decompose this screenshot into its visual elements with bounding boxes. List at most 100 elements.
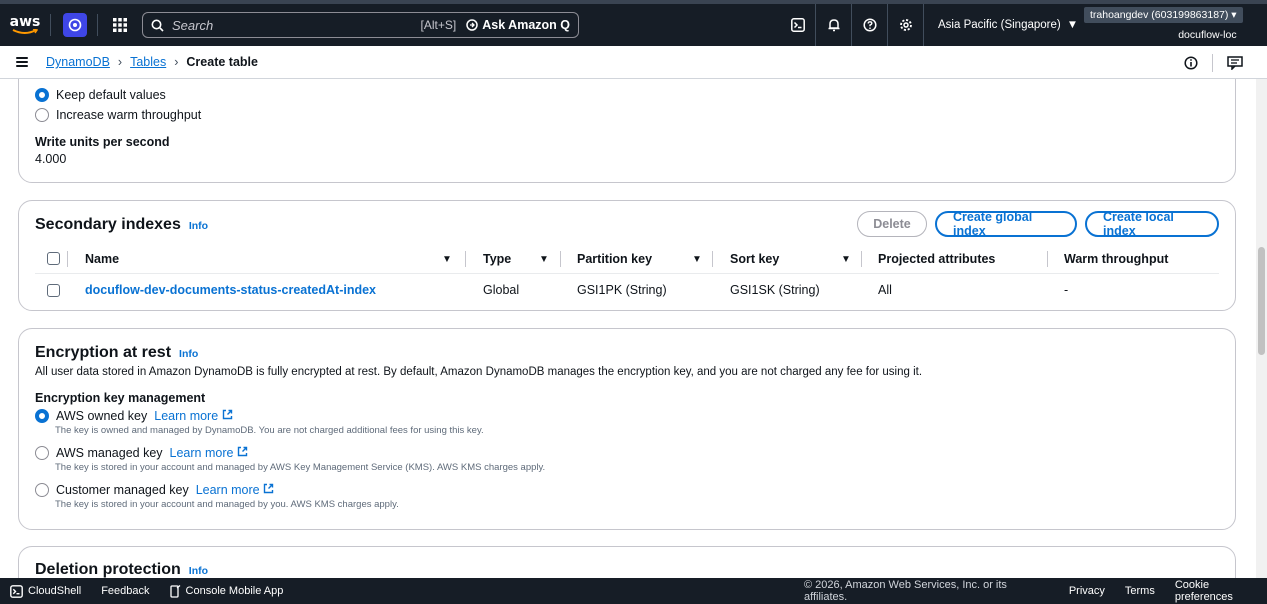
option-aws-owned-key[interactable]: AWS owned key Learn more The key is owne… — [35, 409, 484, 436]
services-grid-icon[interactable] — [108, 13, 132, 37]
column-header-warm-throughput[interactable]: Warm throughput — [1064, 251, 1168, 267]
page-scrollbar[interactable] — [1256, 79, 1267, 578]
settings-button[interactable] — [888, 4, 924, 46]
sort-icon[interactable]: ▼ — [692, 254, 702, 265]
mobile-icon — [169, 584, 180, 598]
info-link[interactable]: Info — [179, 348, 198, 360]
column-divider — [67, 251, 68, 267]
encryption-panel: Encryption at rest Info All user data st… — [18, 328, 1236, 530]
create-local-index-button[interactable]: Create local index — [1085, 210, 1219, 238]
section-title: Encryption at rest — [35, 344, 172, 361]
learn-more-link[interactable]: Learn more — [196, 483, 274, 497]
search-input[interactable]: Search [Alt+S] Ask Amazon Q — [142, 12, 579, 38]
radio-keep-default[interactable]: Keep default values — [35, 88, 166, 102]
feedback-label: Feedback — [101, 585, 150, 597]
terms-link[interactable]: Terms — [1125, 585, 1155, 597]
search-placeholder: Search — [172, 17, 214, 33]
option-label: Customer managed key — [56, 483, 189, 497]
breadcrumb-actions — [1184, 46, 1243, 79]
delete-index-button[interactable]: Delete — [857, 211, 927, 237]
column-header-projected[interactable]: Projected attributes — [878, 251, 995, 267]
cloudshell-label: CloudShell — [28, 585, 82, 597]
account-button[interactable]: trahoangdev (603199863187) ▾ — [1084, 7, 1243, 23]
sort-icon[interactable]: ▼ — [841, 254, 851, 265]
help-button[interactable] — [852, 4, 888, 46]
sort-icon[interactable]: ▼ — [539, 254, 549, 265]
privacy-link[interactable]: Privacy — [1069, 585, 1105, 597]
column-divider — [465, 251, 466, 267]
sort-icon[interactable]: ▼ — [442, 254, 452, 265]
footer-bar: CloudShell Feedback Console Mobile App ©… — [0, 578, 1267, 604]
info-link[interactable]: Info — [189, 565, 208, 577]
info-icon[interactable] — [1184, 55, 1198, 70]
copyright-text: © 2026, Amazon Web Services, Inc. or its… — [804, 579, 1007, 603]
column-header-name[interactable]: Name — [85, 251, 119, 267]
ask-amazon-q-button[interactable]: Ask Amazon Q — [466, 18, 570, 32]
column-header-sort-key[interactable]: Sort key — [730, 251, 779, 267]
console-mobile-app-link[interactable]: Console Mobile App — [169, 584, 283, 598]
region-selector[interactable]: Asia Pacific (Singapore) ▼ — [924, 19, 1092, 31]
learn-more-link[interactable]: Learn more — [154, 409, 232, 423]
create-global-index-button[interactable]: Create global index — [935, 210, 1077, 238]
aws-logo[interactable]: aws — [10, 11, 40, 39]
write-units-value: 4.000 — [35, 152, 67, 166]
menu-icon[interactable] — [16, 57, 28, 67]
index-type: Global — [483, 283, 520, 297]
column-divider — [1047, 251, 1048, 267]
option-aws-managed-key[interactable]: AWS managed key Learn more The key is st… — [35, 446, 545, 473]
bell-icon — [828, 19, 839, 32]
column-divider — [712, 251, 713, 267]
radio-button[interactable] — [35, 446, 49, 460]
dynamodb-service-icon[interactable] — [63, 13, 87, 37]
index-name-link[interactable]: docuflow-dev-documents-status-createdAt-… — [85, 283, 376, 297]
index-projected: All — [878, 283, 892, 297]
radio-increase-warm[interactable]: Increase warm throughput — [35, 108, 201, 122]
radio-button[interactable] — [35, 483, 49, 497]
feedback-icon[interactable] — [1227, 55, 1243, 70]
feedback-link[interactable]: Feedback — [101, 585, 149, 597]
column-divider — [560, 251, 561, 267]
radio-label: Keep default values — [56, 88, 166, 102]
scrollbar-thumb[interactable] — [1258, 247, 1265, 355]
breadcrumb: DynamoDB › Tables › Create table — [46, 55, 258, 69]
chevron-right-icon: › — [117, 55, 123, 69]
select-all-checkbox[interactable] — [47, 252, 60, 265]
caret-down-icon: ▼ — [1066, 19, 1079, 31]
option-customer-managed-key[interactable]: Customer managed key Learn more The key … — [35, 483, 399, 510]
cloudshell-button[interactable] — [780, 4, 816, 46]
cookie-preferences-link[interactable]: Cookie preferences — [1175, 579, 1267, 603]
search-shortcut: [Alt+S] — [420, 18, 457, 32]
section-title: Secondary indexes — [35, 216, 181, 233]
account-menu[interactable]: trahoangdev (603199863187) ▾ docuflow-lo… — [1084, 7, 1243, 41]
encryption-description: All user data stored in Amazon DynamoDB … — [35, 366, 923, 378]
option-description: The key is stored in your account and ma… — [55, 462, 546, 473]
radio-button-selected[interactable] — [35, 88, 49, 102]
radio-button-selected[interactable] — [35, 409, 49, 423]
section-title: Deletion protection — [35, 561, 181, 578]
column-header-partition-key[interactable]: Partition key — [577, 251, 652, 267]
secondary-indexes-heading: Secondary indexes Info — [35, 216, 208, 234]
option-description: The key is owned and managed by DynamoDB… — [55, 425, 484, 436]
secondary-indexes-panel: Secondary indexes Info Delete Create glo… — [18, 200, 1236, 311]
breadcrumb-dynamodb[interactable]: DynamoDB — [46, 55, 110, 69]
index-sort-key: GSI1SK (String) — [730, 283, 820, 297]
index-warm-throughput: - — [1064, 283, 1069, 297]
row-checkbox[interactable] — [47, 284, 60, 297]
option-label: AWS managed key — [56, 446, 163, 460]
breadcrumb-current: Create table — [186, 55, 258, 69]
notifications-button[interactable] — [816, 4, 852, 46]
caret-down-icon: ▾ — [1231, 9, 1237, 21]
breadcrumb-bar: DynamoDB › Tables › Create table — [0, 46, 1267, 79]
region-label: Asia Pacific (Singapore) — [938, 19, 1061, 31]
cloudshell-icon — [10, 584, 23, 598]
info-link[interactable]: Info — [189, 220, 208, 232]
deletion-protection-panel: Deletion protection Info — [18, 546, 1236, 578]
learn-more-link[interactable]: Learn more — [170, 446, 248, 460]
cloudshell-footer-button[interactable]: CloudShell — [10, 584, 82, 598]
breadcrumb-tables[interactable]: Tables — [130, 55, 166, 69]
deletion-protection-heading: Deletion protection Info — [35, 561, 208, 578]
gear-icon — [899, 19, 912, 31]
index-actions: Delete Create global index Create local … — [857, 210, 1219, 238]
radio-button[interactable] — [35, 108, 49, 122]
column-header-type[interactable]: Type — [483, 251, 511, 267]
